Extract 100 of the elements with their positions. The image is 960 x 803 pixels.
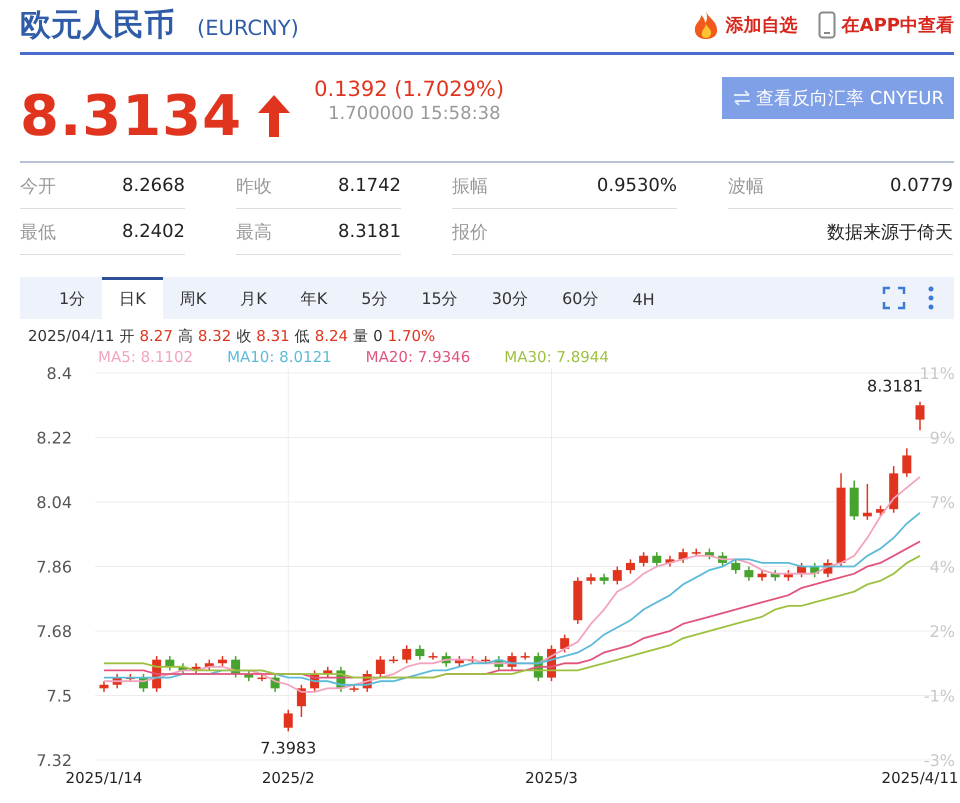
falling-candle: [850, 480, 859, 520]
moving-average-legend: MA20: 7.9346: [366, 348, 470, 366]
period-tab[interactable]: 1分: [42, 277, 102, 319]
falling-candle: [178, 663, 188, 674]
rising-candle: [296, 684, 306, 717]
rising-candle: [692, 548, 701, 556]
rising-candle: [508, 652, 516, 670]
axis-label: 2025/2: [262, 769, 315, 786]
period-tab[interactable]: 日K: [102, 277, 163, 319]
ohlc-value: 8.27: [139, 327, 173, 346]
stat-value: 8.2402: [122, 221, 185, 242]
rising-candle: [586, 574, 596, 584]
rising-candle: [823, 559, 832, 578]
axis-label: 8.04: [36, 493, 72, 512]
period-tab[interactable]: 60分: [545, 277, 616, 319]
moving-average-legend: MA10: 8.0121: [227, 348, 332, 366]
axis-label: 2025/3: [525, 769, 578, 786]
rising-candle: [520, 652, 530, 660]
rising-candle: [362, 670, 372, 692]
rising-candle: [546, 645, 556, 682]
rising-candle: [350, 684, 359, 692]
stat-label: 波幅: [728, 174, 764, 198]
rising-candle: [784, 570, 793, 581]
rising-candle: [678, 548, 688, 563]
swap-icon: [732, 90, 752, 106]
rising-candle: [428, 652, 438, 660]
rising-candle: [389, 656, 398, 664]
rising-candle: [902, 448, 912, 477]
moving-average-legend: MA5: 8.1102: [98, 348, 194, 366]
rising-candle: [626, 559, 635, 574]
ohlc-label: 2025/04/11: [28, 327, 114, 346]
falling-candle: [442, 652, 451, 667]
rising-candle: [192, 663, 201, 674]
falling-candle: [244, 670, 254, 682]
falling-candle: [534, 652, 543, 682]
falling-candle: [231, 656, 240, 678]
rising-candle: [402, 645, 412, 664]
stat-value: 8.3181: [338, 221, 401, 242]
rising-candle: [126, 674, 135, 682]
stat-value: 0.0779: [890, 175, 953, 196]
ohlc-label: 收: [236, 327, 252, 346]
stat-label: 最高: [236, 220, 272, 244]
falling-candle: [138, 674, 148, 692]
ohlc-value: 8.31: [256, 327, 290, 346]
ohlc-value: 1.70%: [388, 327, 436, 346]
rising-candle: [454, 656, 464, 667]
stat-value: 8.2668: [122, 175, 185, 196]
falling-candle: [600, 574, 609, 584]
rising-candle: [862, 484, 872, 520]
period-tab[interactable]: 15分: [404, 277, 475, 319]
stat-value: 8.1742: [338, 175, 401, 196]
quote-time: 1.700000 15:58:38: [328, 103, 502, 124]
rising-candle: [100, 681, 108, 692]
rising-candle: [112, 674, 122, 688]
falling-candle: [744, 566, 754, 581]
more-icon[interactable]: [928, 286, 934, 310]
stat-label: 昨收: [236, 174, 272, 198]
period-tab[interactable]: 5分: [344, 277, 404, 319]
ohlc-label: 量: [353, 327, 368, 346]
rising-candle: [876, 506, 886, 516]
falling-candle: [336, 666, 346, 692]
page-title: 欧元人民币: [20, 6, 175, 45]
add-favorite-link[interactable]: 添加自选: [692, 10, 798, 40]
stat-label: 振幅: [452, 174, 488, 198]
falling-candle: [810, 562, 820, 578]
falling-candle: [704, 548, 714, 560]
rising-candle: [376, 656, 385, 678]
rising-candle: [612, 566, 622, 584]
view-in-app-link[interactable]: 在APP中查看: [818, 11, 954, 39]
rising-candle: [758, 570, 767, 581]
axis-label: 2025/1/14: [66, 769, 142, 786]
period-tab[interactable]: 月K: [223, 277, 284, 319]
period-tab[interactable]: 30分: [474, 277, 546, 319]
price-annotation: 8.3181: [867, 376, 923, 396]
falling-candle: [770, 570, 780, 581]
ohlc-label: 开: [119, 327, 134, 346]
axis-label: 8.22: [36, 428, 72, 448]
rising-candle: [889, 466, 898, 513]
period-tab[interactable]: 周K: [162, 277, 224, 319]
stat-value: 0.9530%: [596, 175, 677, 196]
rising-candle: [218, 656, 227, 667]
falling-candle: [165, 656, 174, 670]
ohlc-value: 8.24: [314, 327, 348, 346]
rising-candle: [916, 402, 924, 430]
rising-candle: [323, 666, 332, 678]
axis-label: 7.68: [36, 622, 72, 641]
falling-candle: [494, 656, 504, 670]
rising-candle: [639, 552, 648, 566]
axis-label: 7.86: [36, 558, 72, 576]
period-tab[interactable]: 年K: [284, 277, 344, 319]
stat-value: 数据来源于倚天: [827, 220, 953, 244]
rising-candle: [481, 656, 490, 664]
rising-candle: [573, 577, 582, 624]
fullscreen-icon[interactable]: [882, 286, 906, 310]
falling-candle: [652, 552, 662, 566]
axis-label: 8.4: [46, 366, 72, 383]
period-tab[interactable]: 4H: [615, 277, 672, 319]
stat-label: 今开: [20, 174, 56, 198]
rising-candle: [468, 656, 478, 664]
ohlc-value: 8.32: [198, 327, 232, 346]
